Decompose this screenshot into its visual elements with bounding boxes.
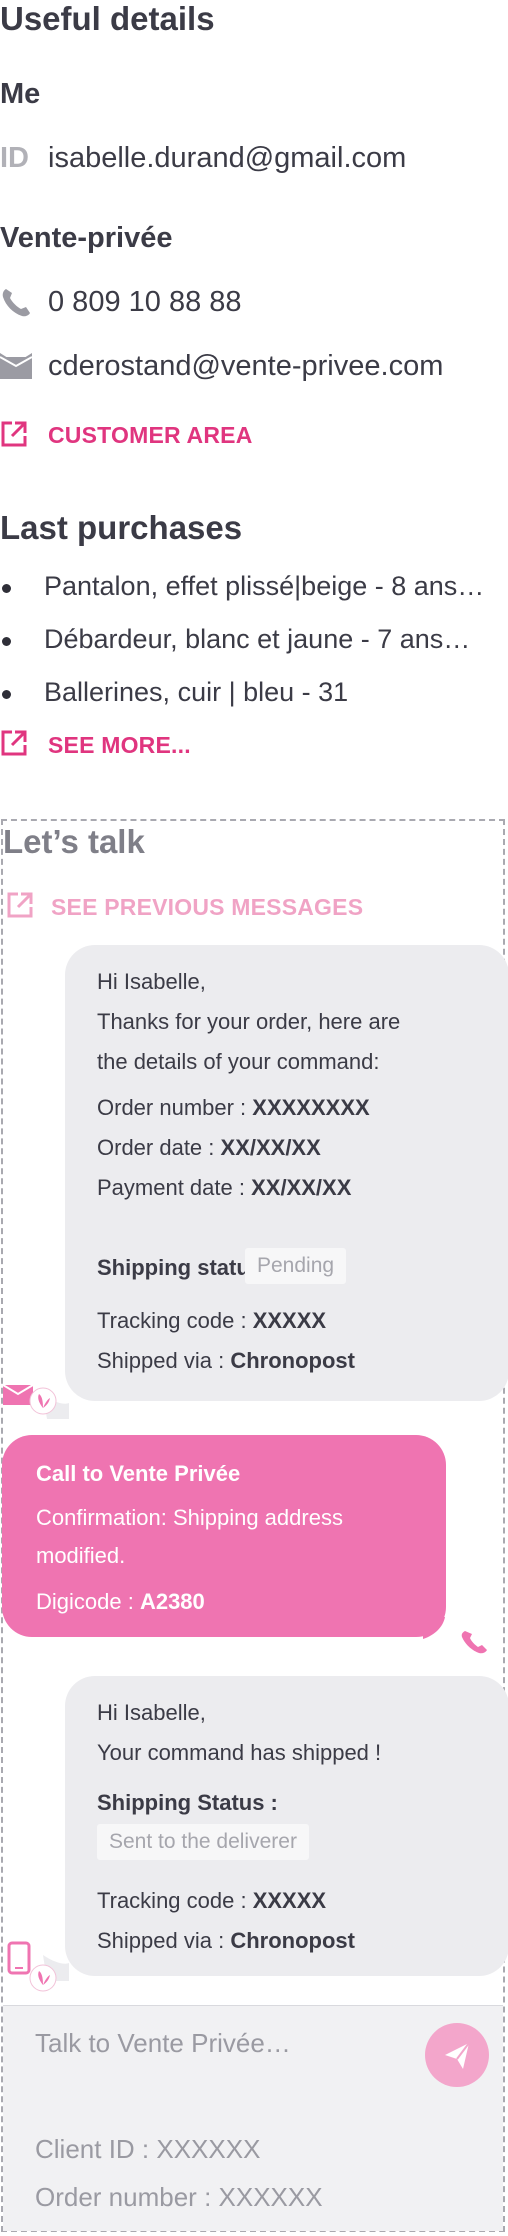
call-message-bubble: Call to Vente Privée Confirmation: Shipp… xyxy=(2,1435,446,1637)
message-text: Thanks for your order, here are xyxy=(97,1009,401,1034)
see-previous-messages-link[interactable]: SEE PREVIOUS MESSAGES xyxy=(51,894,363,921)
customer-area-link[interactable]: CUSTOMER AREA xyxy=(48,422,253,449)
order-number-field: Order number : XXXXXX xyxy=(35,2182,323,2212)
external-link-icon xyxy=(1,730,27,756)
list-bullet xyxy=(2,637,11,646)
message-composer[interactable]: Talk to Vente Privée… Client ID : XXXXXX… xyxy=(3,2005,503,2231)
client-id-field: Client ID : XXXXXX xyxy=(35,2134,261,2164)
order-date-row: Order date : XX/XX/XX xyxy=(97,1135,321,1160)
external-link-icon xyxy=(1,421,27,447)
order-number: XXXXXXXX xyxy=(252,1095,370,1120)
tracking-code-row: Tracking code : XXXXX xyxy=(97,1888,327,1913)
lets-talk-panel: Let’s talk SEE PREVIOUS MESSAGES Hi Isab… xyxy=(1,819,508,2232)
call-title: Call to Vente Privée xyxy=(36,1461,241,1486)
message-text: the details of your command: xyxy=(97,1049,380,1074)
call-text: modified. xyxy=(36,1543,126,1568)
status-badge: Pending xyxy=(245,1248,347,1284)
digicode-row: Digicode : A2380 xyxy=(36,1589,205,1614)
carrier: Chronopost xyxy=(230,1928,355,1953)
message-greeting: Hi Isabelle, xyxy=(97,969,206,994)
message-text: Your command has shipped ! xyxy=(97,1740,382,1765)
vp-phone[interactable]: 0 809 10 88 88 xyxy=(48,286,242,319)
list-bullet xyxy=(2,584,11,593)
message-input[interactable]: Talk to Vente Privée… xyxy=(35,2028,291,2059)
tracking-code: XXXXX xyxy=(252,1888,327,1913)
butterfly-logo-icon xyxy=(29,1387,57,1415)
shipping-status-label: Shipping status: xyxy=(97,1255,270,1280)
send-icon xyxy=(445,2042,470,2069)
carrier: Chronopost xyxy=(230,1348,355,1373)
shipping-status-label: Shipping Status : xyxy=(97,1790,278,1815)
payment-date-row: Payment date : XX/XX/XX xyxy=(97,1175,352,1200)
useful-details-title: Useful details xyxy=(0,0,215,37)
call-text: Confirmation: Shipping address xyxy=(36,1505,343,1530)
digicode: A2380 xyxy=(139,1589,205,1614)
shipped-via-row: Shipped via : Chronopost xyxy=(97,1928,355,1953)
call-source-phone-icon xyxy=(423,1617,487,1654)
send-button[interactable] xyxy=(425,2023,489,2087)
list-bullet xyxy=(2,690,11,699)
phone-icon xyxy=(2,289,30,317)
me-email: isabelle.durand@gmail.com xyxy=(48,142,407,174)
purchase-item[interactable]: Débardeur, blanc et jaune - 7 ans… xyxy=(44,624,470,655)
message-bubble: Hi Isabelle, Your command has shipped ! … xyxy=(65,1676,508,1976)
last-purchases-title: Last purchases xyxy=(0,509,243,546)
lets-talk-title: Let’s talk xyxy=(3,823,145,860)
vp-email[interactable]: cderostand@vente-privee.com xyxy=(48,350,443,383)
me-heading: Me xyxy=(0,78,41,110)
payment-date: XX/XX/XX xyxy=(251,1175,352,1200)
shipped-via-row: Shipped via : Chronopost xyxy=(97,1348,355,1373)
vente-privee-heading: Vente-privée xyxy=(0,222,173,254)
status-badge: Sent to the deliverer xyxy=(97,1824,309,1860)
tracking-code-row: Tracking code : XXXXX xyxy=(97,1308,327,1333)
message-bubble: Hi Isabelle, Thanks for your order, here… xyxy=(65,945,508,1401)
tracking-code: XXXXX xyxy=(252,1308,327,1333)
order-number-row: Order number : XXXXXXXX xyxy=(97,1095,370,1120)
see-more-link[interactable]: SEE MORE... xyxy=(48,732,191,759)
order-date: XX/XX/XX xyxy=(220,1135,321,1160)
purchase-item[interactable]: Ballerines, cuir | bleu - 31 xyxy=(44,677,348,708)
message-greeting: Hi Isabelle, xyxy=(97,1700,206,1725)
external-link-icon xyxy=(7,892,33,918)
mail-icon xyxy=(0,353,32,379)
purchase-item[interactable]: Pantalon, effet plissé|beige - 8 ans… xyxy=(44,571,484,602)
butterfly-logo-icon xyxy=(29,1964,57,1992)
id-label: ID xyxy=(0,142,29,174)
